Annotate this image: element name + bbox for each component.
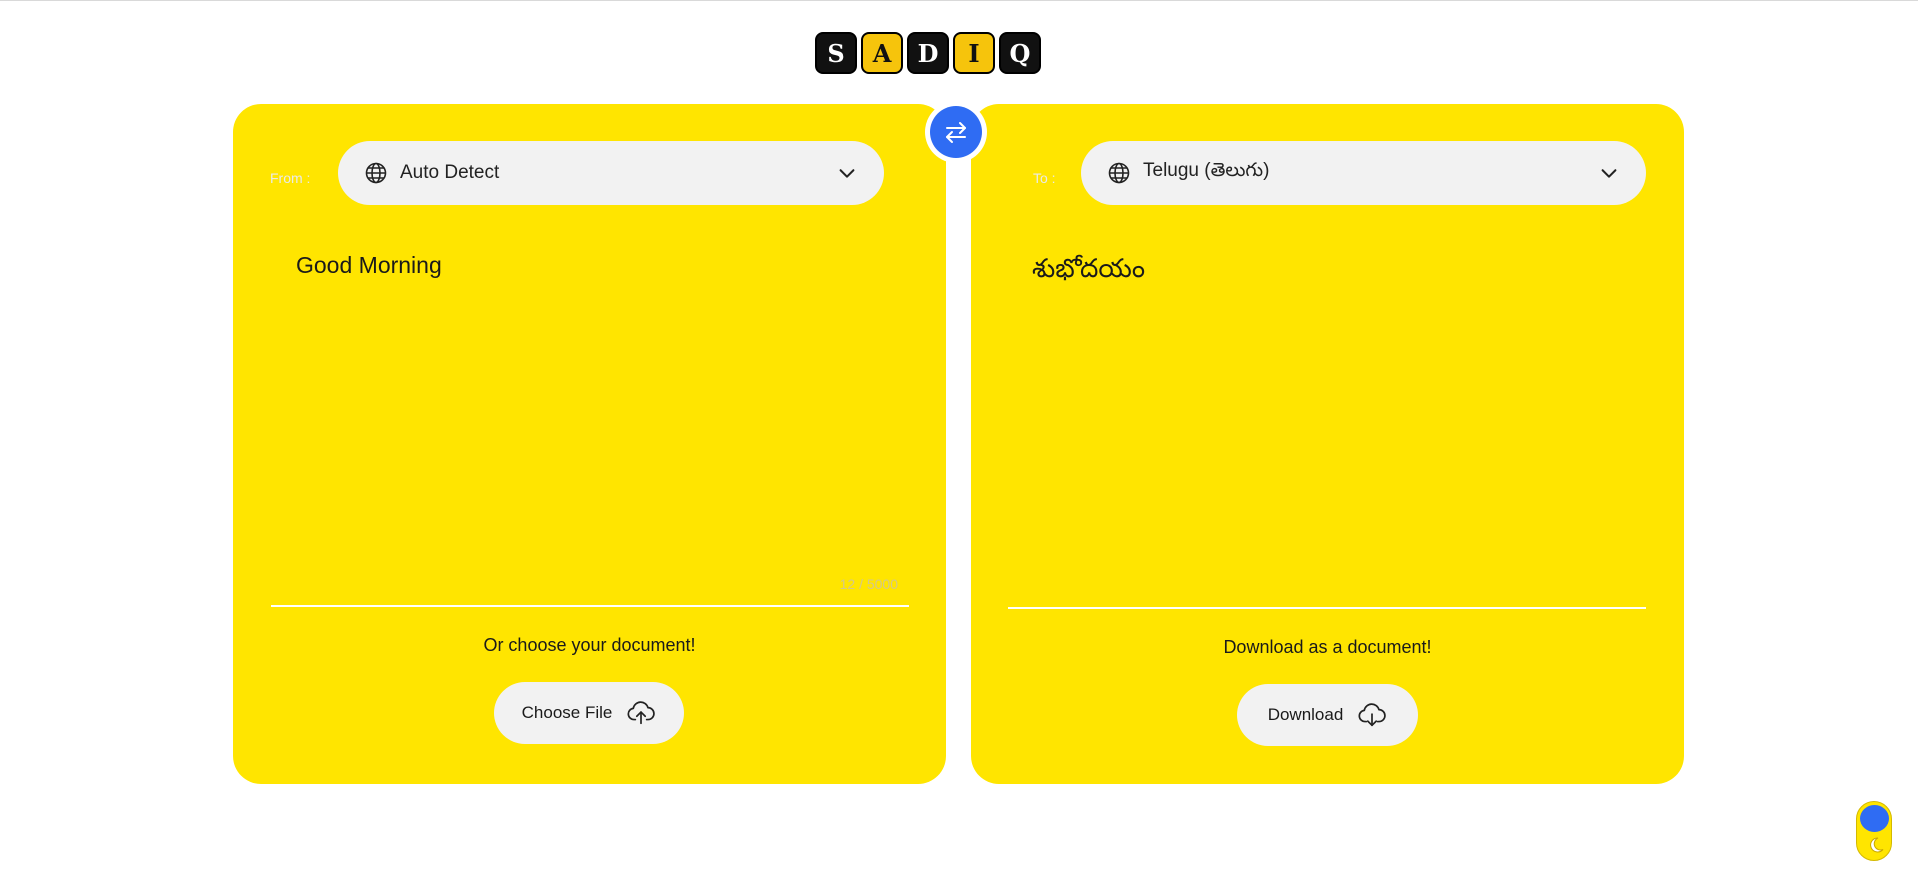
- to-label: To :: [1033, 170, 1056, 186]
- target-divider: [1008, 607, 1646, 609]
- download-label: Download: [1267, 705, 1344, 724]
- from-label: From :: [270, 170, 311, 186]
- target-language-label: Telugu (తెలుగు): [1143, 160, 1270, 181]
- target-panel: To : Telugu (తెలుగు) శుభోదయం Download as…: [971, 104, 1684, 784]
- logo-letter-s: S: [815, 32, 857, 74]
- upload-prompt: Or choose your document!: [483, 635, 696, 655]
- globe-icon: [365, 162, 387, 184]
- theme-toggle[interactable]: [1856, 801, 1892, 861]
- logo-letter-q: Q: [999, 32, 1041, 74]
- logo-letter-a: A: [861, 32, 903, 74]
- top-border: [0, 0, 1918, 1]
- theme-toggle-knob: [1860, 805, 1889, 832]
- chevron-down-icon: [839, 169, 855, 178]
- logo-letter-i: I: [953, 32, 995, 74]
- choose-file-button[interactable]: Choose File: [494, 682, 684, 744]
- swap-languages-button[interactable]: [925, 101, 987, 163]
- chevron-down-icon: [1601, 169, 1617, 178]
- translated-text-output: శుభోదయం: [1032, 254, 1145, 284]
- moon-icon: [1870, 837, 1884, 853]
- source-panel: From : Auto Detect Good Morning 12 / 500…: [233, 104, 946, 784]
- source-language-label: Auto Detect: [400, 162, 500, 183]
- character-counter: 12 / 5000: [839, 576, 898, 592]
- cloud-download-icon: [1358, 703, 1387, 727]
- download-button[interactable]: Download: [1237, 684, 1418, 746]
- sadiq-logo: S A D I Q: [815, 32, 1041, 74]
- download-prompt: Download as a document!: [1223, 637, 1432, 657]
- globe-icon: [1108, 162, 1130, 184]
- source-divider: [271, 605, 909, 607]
- source-language-select[interactable]: Auto Detect: [338, 141, 884, 205]
- swap-button-circle[interactable]: [930, 106, 982, 158]
- logo-letter-d: D: [907, 32, 949, 74]
- choose-file-label: Choose File: [521, 703, 613, 722]
- swap-arrows-icon: [946, 122, 966, 143]
- target-language-select[interactable]: Telugu (తెలుగు): [1081, 141, 1646, 205]
- cloud-upload-icon: [627, 701, 656, 725]
- source-text-input[interactable]: Good Morning: [296, 252, 896, 279]
